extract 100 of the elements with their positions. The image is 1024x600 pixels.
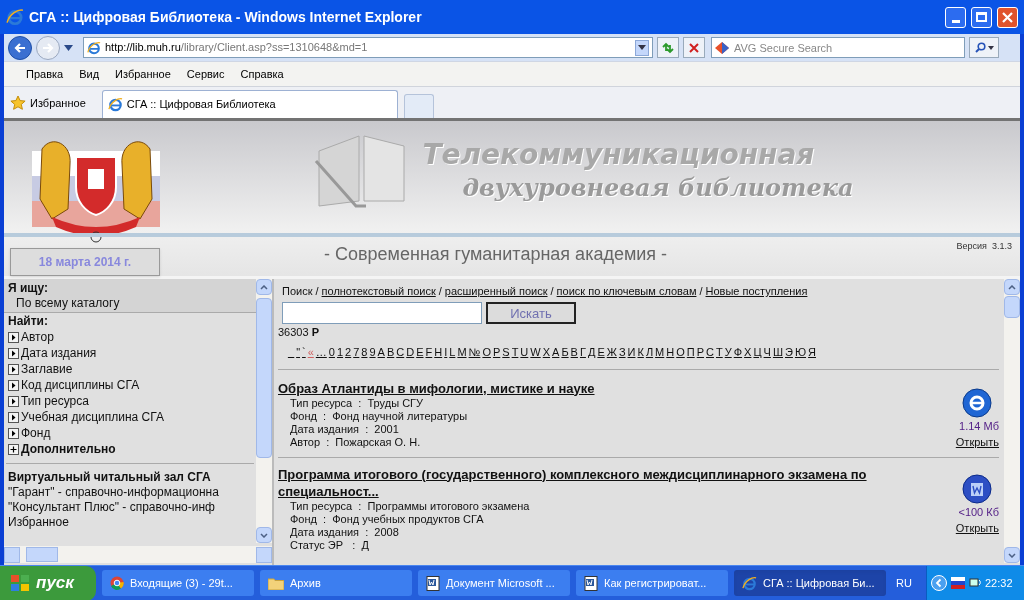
language-indicator[interactable]: RU: [896, 574, 912, 592]
search-input[interactable]: [282, 301, 482, 324]
scroll-up-button[interactable]: [256, 279, 272, 295]
alphabet-link[interactable]: О: [676, 344, 685, 361]
filter-item[interactable]: Фонд: [21, 425, 51, 441]
back-button[interactable]: [8, 35, 32, 60]
taskbar-button[interactable]: Как регистрироват...: [576, 570, 728, 596]
filter-item[interactable]: Заглавие: [21, 361, 73, 377]
alphabet-link[interactable]: 2: [345, 344, 352, 361]
scroll-down-button[interactable]: [256, 527, 272, 543]
alphabet-link[interactable]: Е: [597, 344, 605, 361]
maximize-button[interactable]: [971, 6, 992, 28]
alphabet-link[interactable]: F: [425, 344, 433, 361]
dropdown-caret-icon[interactable]: [64, 44, 73, 51]
alphabet-link[interactable]: _: [288, 344, 295, 361]
alphabet-link[interactable]: T: [511, 344, 519, 361]
menu-item[interactable]: Сервис: [186, 65, 225, 83]
alphabet-link[interactable]: 0: [328, 344, 335, 361]
alphabet-link[interactable]: S: [502, 344, 510, 361]
alphabet-link[interactable]: D: [406, 344, 415, 361]
filter-item[interactable]: Учебная дисциплина СГА: [21, 409, 164, 425]
alphabet-link[interactable]: Ж: [606, 344, 617, 361]
alphabet-link[interactable]: П: [686, 344, 695, 361]
address-dropdown-button[interactable]: [635, 39, 649, 56]
search-mode-link[interactable]: Новые поступления: [705, 285, 808, 297]
menu-item[interactable]: Справка: [240, 65, 284, 83]
scroll-thumb[interactable]: [26, 547, 58, 562]
alphabet-link[interactable]: A: [377, 344, 385, 361]
filter-item[interactable]: Код дисциплины СГА: [21, 377, 140, 393]
search-button[interactable]: [969, 37, 999, 58]
alphabet-link[interactable]: `: [302, 344, 306, 361]
open-link[interactable]: Открыть: [955, 434, 999, 451]
chevron-left-icon[interactable]: [931, 575, 947, 591]
search-mode-link[interactable]: расширенный поиск: [444, 285, 548, 297]
alphabet-link[interactable]: M: [457, 344, 467, 361]
alphabet-link[interactable]: Э: [785, 344, 793, 361]
alphabet-link[interactable]: У: [724, 344, 732, 361]
favorites-button[interactable]: Избранное: [10, 89, 96, 117]
alphabet-link[interactable]: Р: [696, 344, 705, 361]
alphabet-link[interactable]: X: [542, 344, 551, 361]
stop-button[interactable]: [683, 37, 705, 58]
filter-item[interactable]: Дополнительно: [21, 441, 116, 457]
alphabet-link[interactable]: Л: [645, 344, 654, 361]
alphabet-link[interactable]: В: [570, 344, 578, 361]
catalog-selector[interactable]: По всему каталогу: [8, 296, 252, 311]
scroll-up-button[interactable]: [1004, 279, 1020, 295]
filter-item[interactable]: Автор: [21, 329, 54, 345]
expand-plus-icon[interactable]: [8, 443, 19, 455]
alphabet-link[interactable]: B: [386, 344, 395, 361]
taskbar-button[interactable]: Архив: [260, 570, 412, 596]
menu-item[interactable]: Вид: [79, 65, 100, 83]
taskbar-button[interactable]: Входящие (3) - 29t...: [102, 570, 254, 596]
menu-item[interactable]: Правка: [26, 65, 64, 83]
alphabet-link[interactable]: 8: [361, 344, 368, 361]
alphabet-link[interactable]: Ч: [763, 344, 771, 361]
taskbar-button[interactable]: Документ Microsoft ...: [418, 570, 570, 596]
alphabet-link[interactable]: Г: [579, 344, 586, 361]
alphabet-link[interactable]: Х: [744, 344, 752, 361]
browser-tab[interactable]: СГА :: Цифровая Библиотека: [101, 90, 398, 118]
vertical-scrollbar[interactable]: [1004, 279, 1020, 563]
open-link[interactable]: Открыть: [955, 520, 999, 537]
alphabet-link[interactable]: C: [396, 344, 405, 361]
alphabet-link[interactable]: З: [618, 344, 626, 361]
alphabet-link[interactable]: 9: [369, 344, 376, 361]
alphabet-link[interactable]: W: [530, 344, 541, 361]
alphabet-link[interactable]: 1: [336, 344, 344, 361]
alphabet-link[interactable]: E: [416, 344, 424, 361]
vertical-scrollbar[interactable]: [256, 279, 272, 543]
search-field[interactable]: AVG Secure Search: [711, 37, 965, 58]
minimize-button[interactable]: [945, 6, 966, 28]
alphabet-link[interactable]: L: [449, 344, 456, 361]
reading-room-link[interactable]: "Консультант Плюс" - справочно-инф: [8, 500, 252, 515]
alphabet-link[interactable]: …: [315, 344, 327, 361]
address-field[interactable]: http://lib.muh.ru/library/Client.asp?ss=1310648&md=1: [83, 37, 653, 58]
alphabet-link[interactable]: Я: [808, 344, 816, 361]
alphabet-link[interactable]: М: [655, 344, 665, 361]
search-mode-link[interactable]: полнотекстовый поиск: [321, 285, 436, 297]
alphabet-link[interactable]: H: [434, 344, 443, 361]
alphabet-link[interactable]: Ц: [753, 344, 762, 361]
alphabet-link[interactable]: U: [520, 344, 529, 361]
menu-item[interactable]: Избранное: [115, 65, 171, 83]
alphabet-link[interactable]: №: [468, 344, 481, 361]
flag-icon[interactable]: [951, 577, 965, 589]
result-title-link[interactable]: Программа итогового (государственного) комплексного междисциплинарного экзамена по специальност...: [278, 465, 935, 500]
alphabet-link[interactable]: O: [482, 344, 491, 361]
alphabet-link[interactable]: С: [706, 344, 714, 361]
refresh-button[interactable]: [657, 37, 679, 58]
alphabet-link[interactable]: Д: [587, 344, 596, 361]
search-mode-link[interactable]: поиск по ключевым словам: [556, 285, 697, 297]
alphabet-link[interactable]: Т: [716, 344, 723, 361]
alphabet-link[interactable]: Н: [666, 344, 675, 361]
alphabet-link[interactable]: I: [444, 344, 448, 361]
scroll-down-button[interactable]: [1004, 547, 1020, 563]
alphabet-link[interactable]: И: [627, 344, 636, 361]
close-button[interactable]: [997, 6, 1018, 28]
alphabet-link[interactable]: Ш: [772, 344, 783, 361]
alphabet-link[interactable]: К: [637, 344, 644, 361]
horizontal-scrollbar[interactable]: [4, 546, 272, 563]
filter-item[interactable]: Дата издания: [21, 345, 97, 361]
alphabet-link[interactable]: P: [492, 344, 501, 361]
